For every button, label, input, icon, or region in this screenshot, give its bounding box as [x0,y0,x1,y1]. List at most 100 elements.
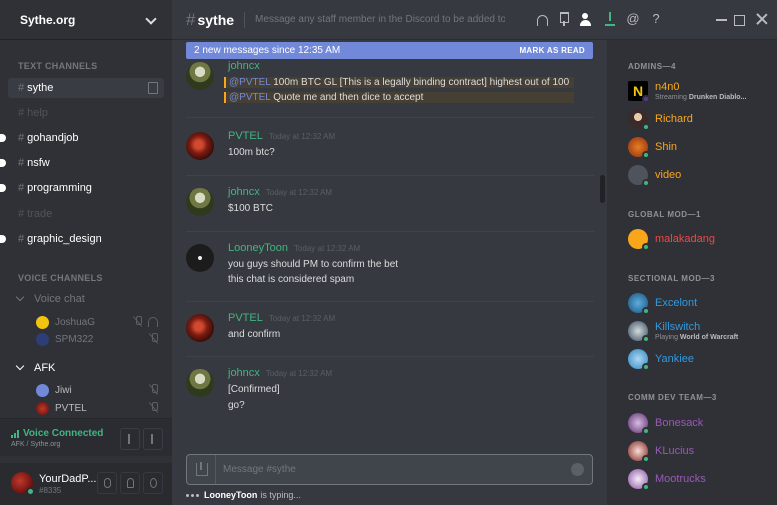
message-author[interactable]: johncx [228,367,260,379]
invite-icon[interactable] [148,82,158,94]
activity-name: Drunken Diablo... [688,94,747,101]
bell-icon[interactable] [537,14,548,26]
voice-info-button[interactable] [120,428,140,450]
chevron-down-icon[interactable] [146,15,156,25]
avatar[interactable] [11,472,35,496]
member-group-header: COMM DEV TEAM—3 [628,393,717,402]
message-text: 100m BTC GL [This is a legally binding c… [270,77,570,88]
avatar[interactable] [186,188,214,216]
voice-user[interactable]: JoshuaG [36,314,162,330]
message-header: johncx Today at 12:32 AM [228,367,332,379]
avatar[interactable] [186,62,214,90]
voice-channel-label: AFK [34,362,56,374]
channel-help[interactable]: # help [8,103,164,123]
channel-label: sythe [27,82,54,94]
maximize-icon[interactable] [734,15,745,26]
mic-muted-icon [150,384,158,395]
microphone-icon [104,478,111,488]
member-item[interactable]: Bonesack [628,410,773,436]
user-mention[interactable]: @PVTEL [229,77,270,88]
activity-prefix: Streaming [655,94,687,101]
avatar[interactable] [186,369,214,397]
member-item[interactable]: Richard [628,106,773,132]
online-status-icon [642,335,650,343]
channel-gohandjob[interactable]: # gohandjob [0,128,164,148]
server-header[interactable]: Sythe.org [0,0,172,40]
message-header: johncx [228,60,260,72]
voice-channels-header[interactable]: VOICE CHANNELS [0,273,121,283]
voice-user-status-icons [150,402,158,413]
channel-topic[interactable]: Message any staff member in the Discord … [255,14,505,25]
user-mention[interactable]: @PVTEL [229,92,270,103]
message-author[interactable]: PVTEL [228,312,263,324]
typing-indicator: LooneyToon is typing... [186,490,301,500]
message-author[interactable]: PVTEL [228,130,263,142]
upload-icon[interactable] [187,455,216,484]
channel-graphic-design[interactable]: # graphic_design [0,229,164,249]
avatar [628,321,650,343]
message-text: and confirm [228,329,281,340]
message-author[interactable]: johncx [228,186,260,198]
member-activity: Streaming Drunken Diablo... [655,94,746,101]
voice-user-name: Jiwi [55,384,72,396]
member-item[interactable]: N n4n0 Streaming Drunken Diablo... [628,78,773,104]
channel-sidebar: Sythe.org TEXT CHANNELS # sythe # help #… [0,0,172,505]
channel-trade[interactable]: # trade [8,204,164,224]
avatar[interactable] [186,244,214,272]
message-text: this chat is considered spam [228,274,355,285]
member-name: Bonesack [655,417,704,429]
mute-button[interactable] [97,472,117,494]
message-author[interactable]: LooneyToon [228,242,288,254]
member-item[interactable]: Shin [628,134,773,160]
member-item[interactable]: Excelont [628,290,773,316]
mark-as-read-button[interactable]: MARK AS READ [519,46,585,55]
settings-button[interactable] [143,472,163,494]
member-item[interactable]: Killswitch Playing World of Warcraft [628,318,773,344]
message-author[interactable]: johncx [228,60,260,72]
mention-icon[interactable]: @ [626,12,640,26]
unread-indicator [0,184,6,192]
download-icon[interactable] [603,12,617,26]
new-messages-bar[interactable]: 2 new messages since 12:35 AM MARK AS RE… [186,42,593,59]
deafen-button[interactable] [120,472,140,494]
minimize-icon[interactable] [716,13,728,25]
hash-icon: # [18,182,25,194]
member-item[interactable]: video [628,162,773,188]
voice-user[interactable]: PVTEL [36,400,162,416]
close-icon[interactable] [756,13,768,25]
channel-title: sythe [197,11,235,28]
chat-scrollbar[interactable] [600,175,605,203]
channel-label: graphic_design [27,233,102,245]
chevron-down-icon [16,364,24,372]
avatar[interactable] [186,314,214,342]
help-icon[interactable]: ? [649,12,663,26]
voice-channel-afk[interactable]: AFK [16,359,166,377]
member-item[interactable]: KLucius [628,438,773,464]
pin-icon[interactable] [557,12,571,26]
member-item[interactable]: Yankiee [628,346,773,372]
voice-user[interactable]: Jiwi [36,382,162,398]
member-item[interactable]: malakadang [628,226,773,252]
gear-icon [150,478,157,488]
member-list: ADMINS—4 N n4n0 Streaming Drunken Diablo… [607,40,777,505]
disconnect-button[interactable] [143,428,163,450]
voice-user[interactable]: SPM322 [36,331,162,347]
channel-nsfw[interactable]: # nsfw [0,153,164,173]
voice-status[interactable]: Voice Connected [11,428,103,439]
member-name: malakadang [655,233,715,245]
channel-sythe[interactable]: # sythe [8,78,164,98]
member-list-icon[interactable] [580,12,594,26]
member-item[interactable]: Mootrucks [628,466,773,492]
message-input[interactable]: Message #sythe [186,454,593,485]
member-name: Excelont [655,297,698,309]
message-text: $100 BTC [228,203,274,214]
voice-channel-voice-chat[interactable]: Voice chat [16,290,166,308]
channel-programming[interactable]: # programming [0,178,164,198]
emoji-icon[interactable] [571,463,584,476]
avatar[interactable] [186,132,214,160]
activity-prefix: Playing [655,334,678,341]
message-header: johncx Today at 12:32 AM [228,186,332,198]
message-line: @PVTEL 100m BTC GL [This is a legally bi… [224,77,574,88]
message-header: LooneyToon Today at 12:32 AM [228,242,360,254]
text-channels-header[interactable]: TEXT CHANNELS [0,61,115,71]
